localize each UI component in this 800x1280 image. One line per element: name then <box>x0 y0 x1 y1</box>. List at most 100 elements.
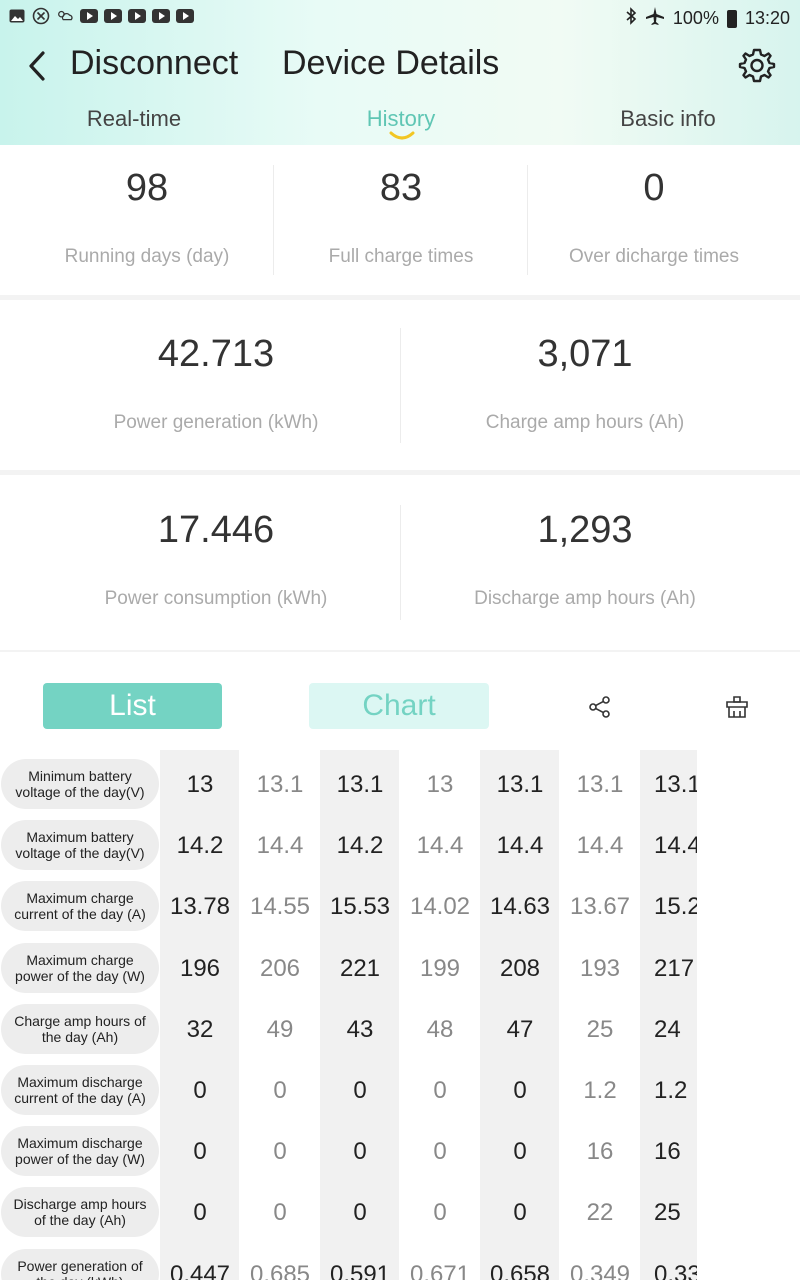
battery-icon <box>726 9 737 28</box>
broom-icon[interactable] <box>724 695 750 719</box>
row-label: Maximum discharge current of the day (A) <box>1 1065 159 1115</box>
stat-power-consumption: 17.446 Power consumption (kWh) <box>32 509 400 610</box>
row-label: Maximum charge power of the day (W) <box>1 942 159 993</box>
youtube-icon <box>152 9 170 23</box>
tab-basic-info[interactable]: Basic info <box>568 106 768 132</box>
table-cell: 13.67 <box>569 893 631 921</box>
table-cell: 13.1 <box>336 771 384 798</box>
table-cell: 196 <box>179 954 221 982</box>
stat-value: 1,293 <box>537 509 633 551</box>
stats-card-counts: 98 Running days (day) 83 Full charge tim… <box>0 145 800 295</box>
stat-label: Running days (day) <box>64 246 230 267</box>
table-cell: 0 <box>193 1199 207 1227</box>
table-cell: 13.1 <box>576 771 624 798</box>
table-cell: 14.4 <box>654 832 697 860</box>
table-cell: 0.447 <box>169 1260 231 1280</box>
table-cell: 1.2 <box>654 1077 688 1104</box>
stat-label: Discharge amp hours (Ah) <box>474 588 696 609</box>
active-tab-indicator <box>389 131 415 140</box>
table-cell: 0.591 <box>329 1260 391 1280</box>
share-icon[interactable] <box>588 696 612 718</box>
view-toolbar: List Chart <box>0 652 800 752</box>
table-cell: 15.2 <box>654 893 697 921</box>
table-cell: 13.1 <box>256 771 304 798</box>
stat-label: Charge amp hours (Ah) <box>485 412 685 433</box>
table-cell: 22 <box>586 1199 614 1227</box>
row-label: Maximum charge current of the day (A) <box>1 881 159 932</box>
table-cell: 0 <box>353 1138 367 1166</box>
stat-label: Power consumption (kWh) <box>104 588 328 609</box>
table-cell: 16 <box>586 1138 614 1166</box>
youtube-icon <box>80 9 98 23</box>
stat-over-discharge-times: 0 Over dicharge times <box>529 167 779 268</box>
table-cell: 0 <box>273 1138 287 1166</box>
stats-card-consumption: 17.446 Power consumption (kWh) 1,293 Dis… <box>0 475 800 650</box>
table-cell: 1.2 <box>583 1077 617 1104</box>
table-cell: 13 <box>186 771 214 798</box>
table-cell: 0.685 <box>249 1260 311 1280</box>
table-cell: 0 <box>273 1077 287 1104</box>
stat-value: 0 <box>643 167 665 209</box>
table-cell: 14.02 <box>409 893 471 921</box>
disconnect-button[interactable]: Disconnect <box>70 44 238 83</box>
divider <box>400 505 401 620</box>
divider <box>400 328 401 443</box>
airplane-icon <box>645 6 665 31</box>
table-cell: 14.4 <box>496 832 544 860</box>
notification-icons <box>8 7 194 25</box>
table-cell: 24 <box>654 1015 681 1043</box>
row-label: Power generation of the day (kWh) <box>1 1248 159 1280</box>
stat-label: Power generation (kWh) <box>113 412 319 433</box>
youtube-icon <box>176 9 194 23</box>
table-cell: 14.2 <box>176 832 224 860</box>
stat-value: 42.713 <box>157 333 275 375</box>
list-view-button[interactable]: List <box>43 683 222 729</box>
stat-value: 3,071 <box>537 333 633 375</box>
stat-label: Full charge times <box>328 246 474 267</box>
table-cell: 199 <box>419 954 461 982</box>
table-cell: 13.1 <box>654 771 697 798</box>
table-cell: 221 <box>339 954 381 982</box>
table-cell: 47 <box>506 1015 534 1043</box>
row-label: Maximum battery voltage of the day(V) <box>1 820 159 871</box>
divider <box>273 165 274 275</box>
stats-card-generation: 42.713 Power generation (kWh) 3,071 Char… <box>0 300 800 470</box>
youtube-icon <box>128 9 146 23</box>
table-cell: 14.4 <box>256 832 304 860</box>
settings-gear-icon[interactable] <box>738 46 776 84</box>
table-cell: 0 <box>193 1077 207 1104</box>
table-cell: 13.1 <box>496 771 544 798</box>
title-bar: Disconnect Device Details <box>0 38 800 94</box>
table-cell: 0 <box>433 1138 447 1166</box>
page-title: Device Details <box>282 44 500 82</box>
status-bar: 100% 13:20 <box>0 0 800 34</box>
table-cell: 0 <box>193 1138 207 1166</box>
row-label: Discharge amp hours of the day (Ah) <box>1 1187 159 1238</box>
table-cell: 25 <box>586 1015 614 1043</box>
system-status: 100% 13:20 <box>625 6 790 31</box>
stat-power-generation: 42.713 Power generation (kWh) <box>32 333 400 434</box>
chart-view-button[interactable]: Chart <box>309 683 489 729</box>
table-cell: 0 <box>513 1077 527 1104</box>
table-cell: 14.63 <box>489 893 551 921</box>
table-cell: 217 <box>654 954 695 982</box>
table-cell: 0 <box>273 1199 287 1227</box>
table-cell: 13 <box>426 771 454 798</box>
table-cell: 0.671 <box>409 1260 471 1280</box>
tab-real-time[interactable]: Real-time <box>34 106 234 132</box>
tab-history[interactable]: History <box>301 106 501 132</box>
row-label: Charge amp hours of the day (Ah) <box>1 1003 159 1054</box>
stat-value: 98 <box>125 167 169 209</box>
back-chevron-icon[interactable] <box>24 48 54 84</box>
table-cell: 14.4 <box>576 832 624 860</box>
stat-charge-amp-hours: 3,071 Charge amp hours (Ah) <box>402 333 768 434</box>
weather-icon <box>56 7 74 25</box>
stat-discharge-amp-hours: 1,293 Discharge amp hours (Ah) <box>402 509 768 610</box>
table-cell: 193 <box>579 954 621 982</box>
table-cell: 0.349 <box>569 1260 631 1280</box>
stat-running-days: 98 Running days (day) <box>22 167 272 268</box>
table-cell: 0 <box>433 1199 447 1227</box>
table-cell: 0 <box>353 1077 367 1104</box>
table-cell: 14.2 <box>336 832 384 860</box>
battery-percent: 100% <box>672 8 719 28</box>
